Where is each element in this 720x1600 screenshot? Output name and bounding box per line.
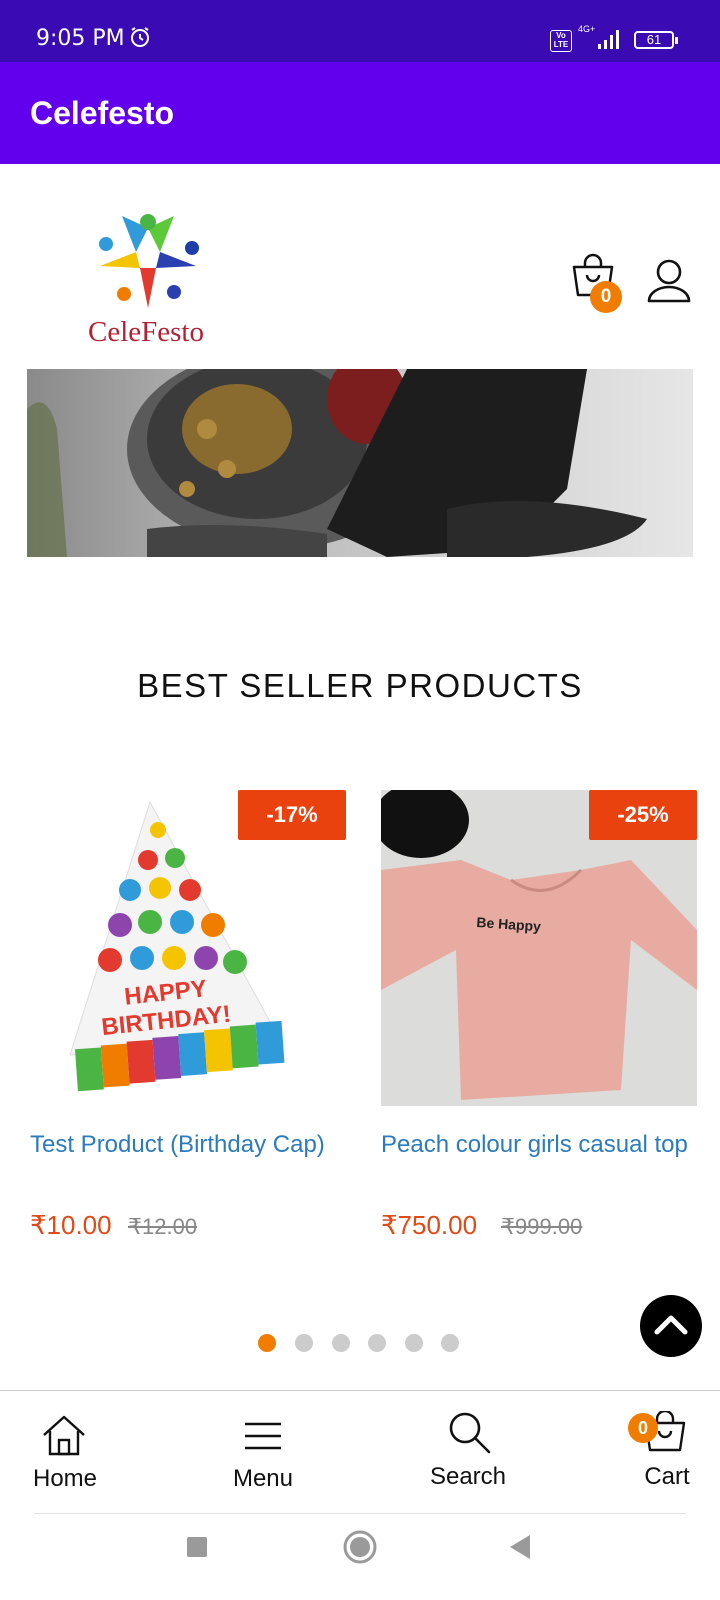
section-title: BEST SELLER PRODUCTS [137, 667, 583, 704]
logo-text: CeleFesto [88, 316, 204, 348]
search-icon [449, 1412, 491, 1454]
home-icon [43, 1415, 85, 1456]
nav-search-label: Search [429, 1463, 507, 1490]
product-price: ₹750.00 [381, 1210, 478, 1240]
carousel-dot[interactable] [295, 1334, 313, 1352]
nav-cart[interactable]: 0 Cart [602, 1391, 720, 1511]
home-circle-icon[interactable] [342, 1529, 378, 1565]
carousel-dot[interactable] [405, 1334, 423, 1352]
back-icon[interactable] [508, 1534, 532, 1560]
scroll-to-top-button[interactable] [640, 1295, 702, 1357]
product-old-price: ₹999.00 [501, 1214, 583, 1239]
menu-icon [245, 1422, 281, 1450]
nav-cart-badge: 0 [628, 1413, 658, 1443]
nav-menu-label: Menu [232, 1465, 294, 1492]
status-bar: 9:05 PM Vo LTE 4G+ 61 [0, 0, 720, 62]
discount-badge: -25% [589, 790, 697, 840]
carousel-dot[interactable] [258, 1334, 276, 1352]
discount-badge: -17% [238, 790, 346, 840]
signal-icon [598, 30, 619, 49]
product-name[interactable]: Test Product (Birthday Cap) [30, 1128, 346, 1162]
header-cart-badge: 0 [590, 281, 622, 313]
bottom-navigation: Home Menu Search 0 Cart [0, 1390, 720, 1514]
carousel-dot[interactable] [441, 1334, 459, 1352]
carousel-dot[interactable] [332, 1334, 350, 1352]
alarm-icon [131, 27, 149, 47]
app-bar: Celefesto [0, 62, 720, 164]
nav-menu[interactable]: Menu [198, 1391, 328, 1511]
banner-image [27, 369, 647, 557]
brand-logo[interactable]: CeleFesto [80, 208, 230, 358]
system-navigation-bar [0, 1515, 720, 1600]
status-time: 9:05 PM [36, 26, 125, 51]
carousel-dot[interactable] [368, 1334, 386, 1352]
user-account-icon[interactable] [646, 258, 692, 304]
nav-home[interactable]: Home [0, 1391, 130, 1511]
product-price: ₹10.00 [30, 1210, 112, 1240]
chevron-up-icon [654, 1315, 688, 1335]
volte-icon: Vo LTE [550, 30, 572, 52]
header-cart-button[interactable]: 0 [570, 253, 622, 313]
product-name[interactable]: Peach colour girls casual top [381, 1128, 697, 1162]
nav-search[interactable]: Search [403, 1391, 533, 1511]
recents-icon[interactable] [186, 1536, 208, 1558]
product-old-price: ₹12.00 [128, 1214, 198, 1239]
promo-banner[interactable] [27, 369, 693, 557]
nav-cart-label: Cart [644, 1463, 690, 1490]
divider [34, 1513, 686, 1514]
battery-icon: 61 [634, 31, 678, 49]
app-title: Celefesto [30, 95, 175, 131]
nav-home-label: Home [32, 1465, 98, 1492]
logo-star-icon [99, 214, 199, 308]
network-type: 4G+ [578, 24, 596, 34]
